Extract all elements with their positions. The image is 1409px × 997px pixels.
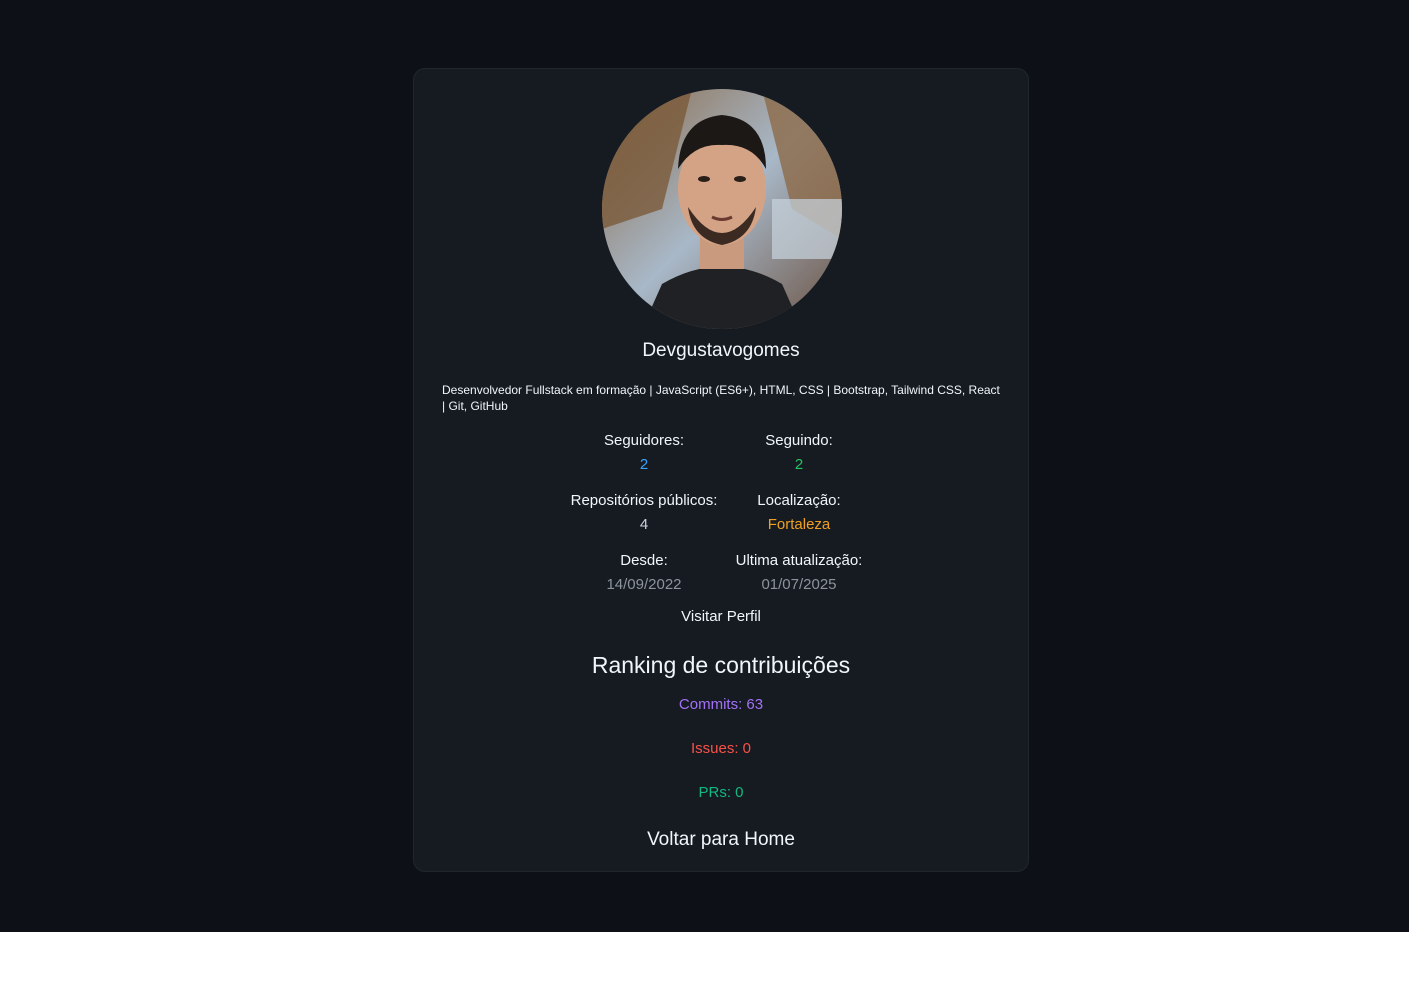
- profile-card: Devgustavogomes Desenvolvedor Fullstack …: [413, 68, 1029, 872]
- stat-updated-label: Ultima atualização:: [735, 552, 863, 569]
- stat-repos-label: Repositórios públicos:: [570, 492, 718, 509]
- stat-since: Desde: 14/09/2022: [554, 551, 734, 595]
- stat-location: Localização: Fortaleza: [709, 491, 889, 535]
- stat-followers-label: Seguidores:: [603, 432, 685, 449]
- stat-location-label: Localização:: [757, 492, 841, 509]
- stat-location-value: Fortaleza: [767, 516, 831, 533]
- page-background: Devgustavogomes Desenvolvedor Fullstack …: [0, 0, 1409, 932]
- ranking-title: Ranking de contribuições: [591, 652, 851, 678]
- stat-followers-value: 2: [639, 456, 649, 473]
- prs-count: PRs: 0: [698, 784, 744, 801]
- profile-bio: Desenvolvedor Fullstack em formação | Ja…: [442, 383, 1000, 413]
- stat-repos-value: 4: [639, 516, 649, 533]
- stat-followers: Seguidores: 2: [554, 431, 734, 475]
- profile-name: Devgustavogomes: [642, 340, 800, 361]
- issues-count: Issues: 0: [690, 740, 752, 757]
- stat-following-label: Seguindo:: [765, 432, 833, 449]
- back-home-link[interactable]: Voltar para Home: [414, 829, 1028, 851]
- stat-following: Seguindo: 2: [709, 431, 889, 475]
- stat-repos: Repositórios públicos: 4: [554, 491, 734, 535]
- visit-profile-link[interactable]: Visitar Perfil: [414, 608, 1028, 625]
- avatar: [602, 89, 842, 329]
- stat-since-label: Desde:: [620, 552, 668, 569]
- stat-updated: Ultima atualização: 01/07/2025: [709, 551, 889, 595]
- avatar-photo: [602, 89, 842, 329]
- commits-count: Commits: 63: [678, 696, 764, 713]
- stat-following-value: 2: [794, 456, 804, 473]
- stat-updated-value: 01/07/2025: [761, 576, 837, 593]
- stat-since-value: 14/09/2022: [606, 576, 682, 593]
